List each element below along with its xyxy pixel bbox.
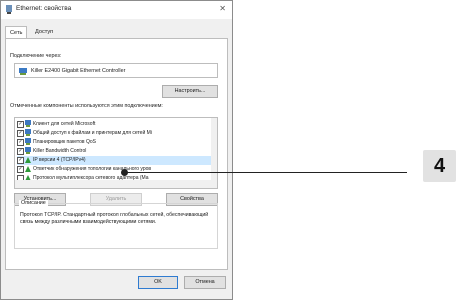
ok-button[interactable]: OK [138, 276, 178, 289]
close-icon[interactable]: ✕ [219, 4, 226, 13]
description-text: Протокол TCP/IP. Стандартный протокол гл… [20, 212, 209, 225]
checkbox[interactable]: ✓ [17, 121, 24, 128]
checkbox[interactable]: ✓ [17, 157, 24, 164]
list-item-label: Клиент для сетей Microsoft [33, 121, 96, 127]
description-group: Описание Протокол TCP/IP. Стандартный пр… [14, 200, 218, 249]
properties-dialog: Ethernet: свойства ✕ Сеть Доступ Подключ… [0, 0, 233, 300]
file-sharing-icon [25, 129, 31, 136]
callout-line [124, 172, 407, 173]
bandwidth-icon [25, 147, 31, 154]
connect-using-label: Подключение через: [10, 53, 62, 59]
checkbox[interactable]: ✓ [17, 139, 24, 146]
list-item-label: Общий доступ к файлам и принтерам для се… [33, 130, 152, 136]
title-bar: Ethernet: свойства ✕ [1, 1, 232, 19]
list-item-selected[interactable]: ✓ IP версии 4 (TCP/IPv4) [17, 156, 213, 165]
network-card-icon [19, 68, 27, 75]
description-label: Описание [19, 200, 48, 206]
horizontal-scrollbar[interactable] [15, 180, 217, 188]
adapter-field: Killer E2400 Gigabit Ethernet Controller [14, 63, 218, 78]
window-title: Ethernet: свойства [16, 5, 72, 12]
cancel-button[interactable]: Отмена [184, 276, 226, 289]
callout-number-badge: 4 [423, 150, 456, 182]
list-item[interactable]: ✓ Killer Bandwidth Control [17, 147, 213, 156]
list-item-label: Планировщик пакетов QoS [33, 139, 96, 145]
list-item-label: IP версии 4 (TCP/IPv4) [33, 157, 86, 163]
vertical-scrollbar[interactable] [211, 118, 217, 180]
list-item[interactable]: ✓ Клиент для сетей Microsoft [17, 120, 213, 129]
protocol-icon [25, 166, 31, 172]
adapter-name: Killer E2400 Gigabit Ethernet Controller [31, 68, 126, 74]
components-label: Отмеченные компоненты используются этим … [10, 103, 163, 109]
list-item[interactable]: ✓ Планировщик пакетов QoS [17, 138, 213, 147]
components-list[interactable]: ✓ Клиент для сетей Microsoft ✓ Общий дос… [14, 117, 218, 189]
qos-icon [25, 138, 31, 145]
network-adapter-icon [6, 5, 12, 14]
checkbox[interactable]: ✓ [17, 130, 24, 137]
checkbox[interactable]: ✓ [17, 148, 24, 155]
tab-panel: Подключение через: Killer E2400 Gigabit … [5, 38, 228, 270]
tab-sharing[interactable]: Доступ [31, 26, 57, 38]
list-item-label: Killer Bandwidth Control [33, 148, 87, 154]
configure-button[interactable]: Настроить... [162, 85, 218, 98]
network-client-icon [25, 120, 31, 127]
protocol-icon [25, 157, 31, 163]
checkbox[interactable]: ✓ [17, 166, 24, 173]
list-item[interactable]: ✓ Общий доступ к файлам и принтерам для … [17, 129, 213, 138]
